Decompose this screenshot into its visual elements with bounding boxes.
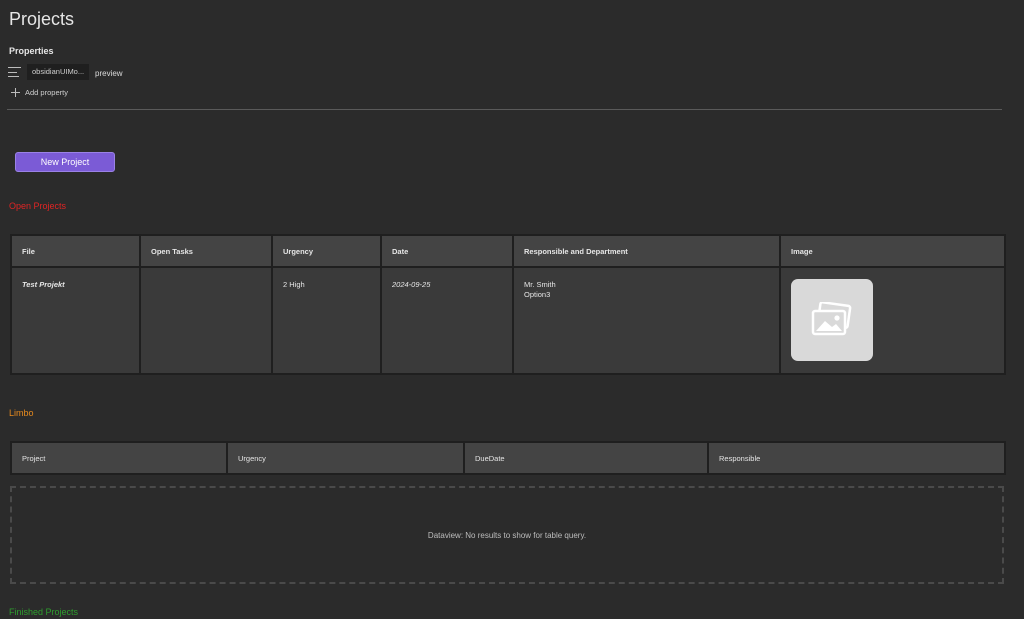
open-projects-heading: Open Projects bbox=[9, 201, 67, 211]
image-placeholder-icon bbox=[811, 302, 852, 336]
department-name: Option3 bbox=[524, 290, 551, 299]
add-property-label: Add property bbox=[25, 88, 68, 97]
column-header-responsible[interactable]: Responsible bbox=[707, 441, 1006, 475]
column-header-file[interactable]: File bbox=[10, 234, 141, 268]
finished-projects-heading: Finished Projects bbox=[9, 607, 79, 617]
image-placeholder[interactable] bbox=[791, 279, 873, 361]
properties-divider bbox=[7, 109, 1002, 110]
column-header-open-tasks[interactable]: Open Tasks bbox=[139, 234, 273, 268]
column-header-project[interactable]: Project bbox=[10, 441, 228, 475]
column-header-date[interactable]: Date bbox=[380, 234, 514, 268]
property-row[interactable]: obsidianUIMo... preview bbox=[8, 64, 123, 80]
open-tasks-cell bbox=[139, 266, 273, 375]
page: Projects Properties obsidianUIMo... prev… bbox=[0, 0, 1024, 619]
properties-heading: Properties bbox=[9, 46, 54, 56]
column-header-responsible[interactable]: Responsible and Department bbox=[512, 234, 781, 268]
responsible-name: Mr. Smith bbox=[524, 280, 556, 289]
urgency-cell: 2 High bbox=[271, 266, 382, 375]
limbo-heading: Limbo bbox=[9, 408, 34, 418]
column-header-urgency[interactable]: Urgency bbox=[226, 441, 465, 475]
empty-results-box: Dataview: No results to show for table q… bbox=[10, 486, 1004, 584]
table-header-row: File Open Tasks Urgency Date Responsible… bbox=[10, 234, 1006, 268]
column-header-duedate[interactable]: DueDate bbox=[463, 441, 709, 475]
new-project-button[interactable]: New Project bbox=[15, 152, 115, 172]
empty-results-message: Dataview: No results to show for table q… bbox=[427, 530, 587, 540]
column-header-urgency[interactable]: Urgency bbox=[271, 234, 382, 268]
add-property-button[interactable]: Add property bbox=[11, 88, 68, 97]
page-title: Projects bbox=[9, 9, 75, 29]
responsible-cell: Mr. Smith Option3 bbox=[512, 266, 781, 375]
text-property-icon[interactable] bbox=[8, 67, 21, 77]
file-link[interactable]: Test Projekt bbox=[10, 266, 141, 375]
property-key[interactable]: obsidianUIMo... bbox=[27, 64, 89, 80]
plus-icon bbox=[11, 88, 20, 97]
date-cell: 2024-09-25 bbox=[380, 266, 514, 375]
limbo-table: Project Urgency DueDate Responsible bbox=[10, 441, 1006, 475]
table-header-row: Project Urgency DueDate Responsible bbox=[10, 441, 1006, 475]
column-header-image[interactable]: Image bbox=[779, 234, 1006, 268]
open-projects-table: File Open Tasks Urgency Date Responsible… bbox=[10, 234, 1006, 375]
table-row: Test Projekt 2 High 2024-09-25 Mr. Smith… bbox=[10, 266, 1006, 375]
property-value[interactable]: preview bbox=[95, 69, 123, 78]
image-cell bbox=[779, 266, 1006, 375]
